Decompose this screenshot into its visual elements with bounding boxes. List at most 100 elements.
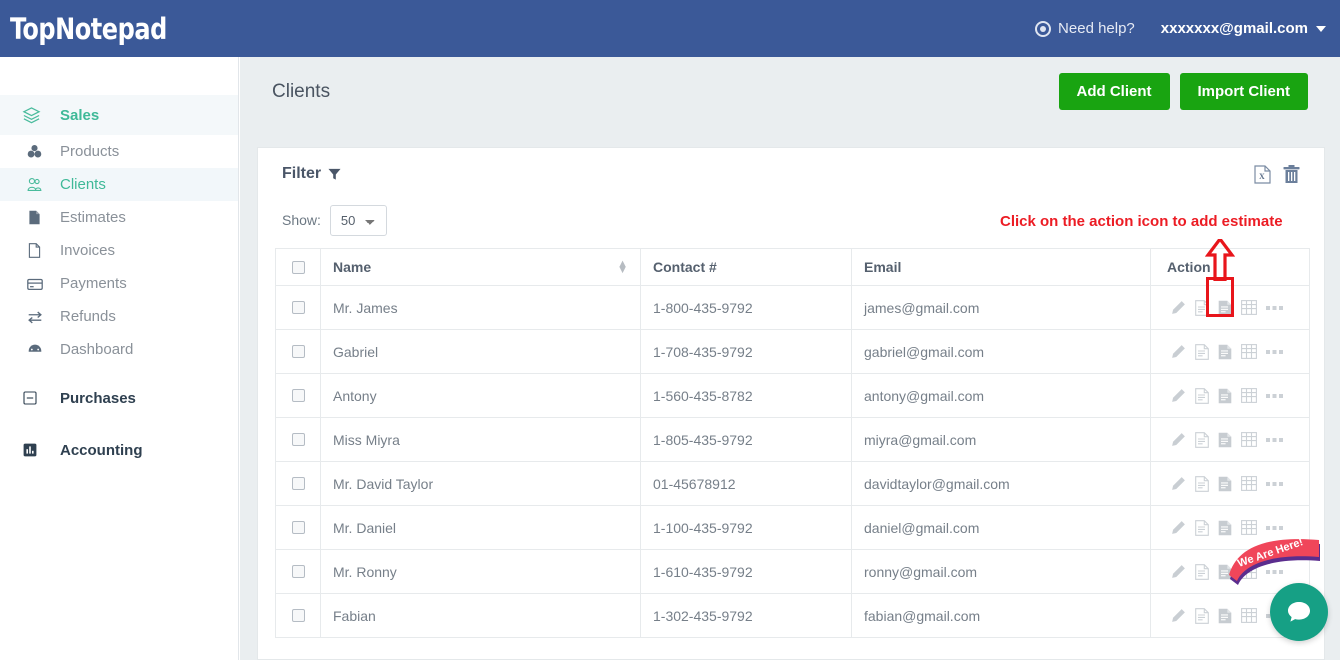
cell-contact: 1-610-435-9792 — [640, 549, 852, 594]
sidebar-item-products[interactable]: Products — [0, 135, 238, 168]
invoices-icon — [26, 242, 60, 259]
select-all-checkbox[interactable] — [291, 260, 305, 274]
sidebar-item-estimates[interactable]: Estimates — [0, 201, 238, 234]
import-client-button[interactable]: Import Client — [1179, 73, 1308, 110]
sidebar-item-clients[interactable]: Clients — [0, 168, 238, 201]
table-row[interactable]: Fabian 1-302-435-9792 fabian@gmail.com — [275, 593, 1310, 638]
table-grid-icon[interactable] — [1241, 388, 1257, 403]
cell-email: antony@gmail.com — [851, 373, 1151, 418]
sidebar-group-label: Purchases — [60, 389, 136, 407]
edit-pencil-icon[interactable] — [1171, 300, 1186, 315]
more-ellipsis-icon[interactable] — [1266, 393, 1284, 399]
sidebar-group-label: Accounting — [60, 441, 143, 459]
need-help-button[interactable]: Need help? — [1035, 20, 1135, 37]
edit-pencil-icon[interactable] — [1171, 388, 1186, 403]
cell-name: Mr. Ronny — [320, 549, 641, 594]
row-checkbox[interactable] — [291, 345, 305, 358]
edit-pencil-icon[interactable] — [1171, 344, 1186, 359]
cell-email: gabriel@gmail.com — [851, 329, 1151, 374]
minus-square-icon — [22, 390, 60, 406]
table-row[interactable]: Mr. David Taylor 01-45678912 davidtaylor@g… — [275, 461, 1310, 506]
column-header-email[interactable]: Email — [851, 248, 1151, 286]
row-action-icons — [1167, 431, 1297, 448]
edit-pencil-icon[interactable] — [1171, 564, 1186, 579]
table-row[interactable]: Gabriel 1-708-435-9792 gabriel@gmail.com — [275, 329, 1310, 374]
sidebar-item-payments[interactable]: Payments — [0, 267, 238, 300]
cell-email: miyra@gmail.com — [851, 417, 1151, 462]
card-toolbar-right: X — [1254, 164, 1300, 184]
edit-pencil-icon[interactable] — [1171, 476, 1186, 491]
table-grid-icon[interactable] — [1241, 608, 1257, 623]
table-row[interactable]: Mr. Ronny 1-610-435-9792 ronny@gmail.com — [275, 549, 1310, 594]
logo-text: TopNotepad — [10, 11, 167, 46]
show-label: Show: — [282, 212, 321, 228]
row-checkbox[interactable] — [291, 565, 305, 578]
document-icon[interactable] — [1195, 343, 1209, 360]
add-client-button[interactable]: Add Client — [1058, 73, 1170, 110]
sidebar-item-dashboard[interactable]: Dashboard — [0, 333, 238, 366]
more-ellipsis-icon[interactable] — [1266, 481, 1284, 487]
document-icon[interactable] — [1195, 475, 1209, 492]
show-entries-select[interactable]: 50 — [329, 204, 387, 236]
table-row[interactable]: Mr. James 1-800-435-9792 james@gmail.com — [275, 285, 1310, 330]
sidebar-item-label: Dashboard — [60, 341, 134, 358]
sidebar-group-accounting[interactable]: Accounting — [0, 430, 238, 470]
chat-button[interactable] — [1270, 583, 1328, 641]
table-grid-icon[interactable] — [1241, 432, 1257, 447]
row-checkbox[interactable] — [291, 477, 305, 490]
row-select-cell — [275, 461, 321, 506]
edit-pencil-icon[interactable] — [1171, 608, 1186, 623]
row-checkbox[interactable] — [291, 521, 305, 534]
row-checkbox[interactable] — [291, 433, 305, 446]
sidebar-group-sales[interactable]: Sales — [0, 95, 238, 135]
column-header-action: Action — [1150, 248, 1310, 286]
more-ellipsis-icon[interactable] — [1266, 305, 1284, 311]
table-grid-icon[interactable] — [1241, 344, 1257, 359]
table-row[interactable]: Mr. Daniel 1-100-435-9792 daniel@gmail.com — [275, 505, 1310, 550]
sidebar-item-label: Clients — [60, 176, 106, 193]
more-ellipsis-icon[interactable] — [1266, 525, 1284, 531]
trash-icon[interactable] — [1283, 164, 1300, 184]
sidebar-group-label: Sales — [60, 106, 100, 124]
estimate-icon[interactable] — [1218, 388, 1232, 404]
row-select-cell — [275, 593, 321, 638]
edit-pencil-icon[interactable] — [1171, 520, 1186, 535]
app-logo[interactable]: TopNotepad — [10, 12, 167, 46]
column-header-name[interactable]: Name ▲ ▼ — [320, 248, 641, 286]
sidebar-item-refunds[interactable]: Refunds — [0, 300, 238, 333]
estimate-icon[interactable] — [1218, 432, 1232, 448]
more-ellipsis-icon[interactable] — [1266, 437, 1284, 443]
sidebar-item-invoices[interactable]: Invoices — [0, 234, 238, 267]
row-select-cell — [275, 549, 321, 594]
document-icon[interactable] — [1195, 431, 1209, 448]
sidebar-group-purchases[interactable]: Purchases — [0, 378, 238, 418]
filter-button[interactable]: Filter — [282, 165, 341, 183]
column-header-name-label: Name — [333, 259, 372, 275]
document-icon[interactable] — [1195, 607, 1209, 624]
more-ellipsis-icon[interactable] — [1266, 349, 1284, 355]
document-icon[interactable] — [1195, 563, 1209, 580]
account-menu[interactable]: xxxxxxx@gmail.com — [1161, 20, 1326, 37]
row-checkbox[interactable] — [291, 609, 305, 622]
edit-pencil-icon[interactable] — [1171, 432, 1186, 447]
cell-contact: 01-45678912 — [640, 461, 852, 506]
estimate-icon[interactable] — [1218, 300, 1232, 316]
document-icon[interactable] — [1195, 299, 1209, 316]
document-icon[interactable] — [1195, 519, 1209, 536]
products-icon — [26, 143, 60, 160]
table-row[interactable]: Antony 1-560-435-8782 antony@gmail.com — [275, 373, 1310, 418]
cell-name: Antony — [320, 373, 641, 418]
row-checkbox[interactable] — [291, 389, 305, 402]
estimate-icon[interactable] — [1218, 344, 1232, 360]
column-header-contact[interactable]: Contact # — [640, 248, 852, 286]
row-checkbox[interactable] — [291, 301, 305, 314]
table-row[interactable]: Miss Miyra 1-805-435-9792 miyra@gmail.com — [275, 417, 1310, 462]
we-are-here-ribbon: We Are Here! — [1229, 536, 1320, 585]
excel-export-icon[interactable]: X — [1254, 164, 1271, 184]
table-grid-icon[interactable] — [1241, 300, 1257, 315]
table-grid-icon[interactable] — [1241, 476, 1257, 491]
clients-table-body: Mr. James 1-800-435-9792 james@gmail.com Ga… — [275, 285, 1310, 638]
document-icon[interactable] — [1195, 387, 1209, 404]
estimate-icon[interactable] — [1218, 608, 1232, 624]
estimate-icon[interactable] — [1218, 476, 1232, 492]
